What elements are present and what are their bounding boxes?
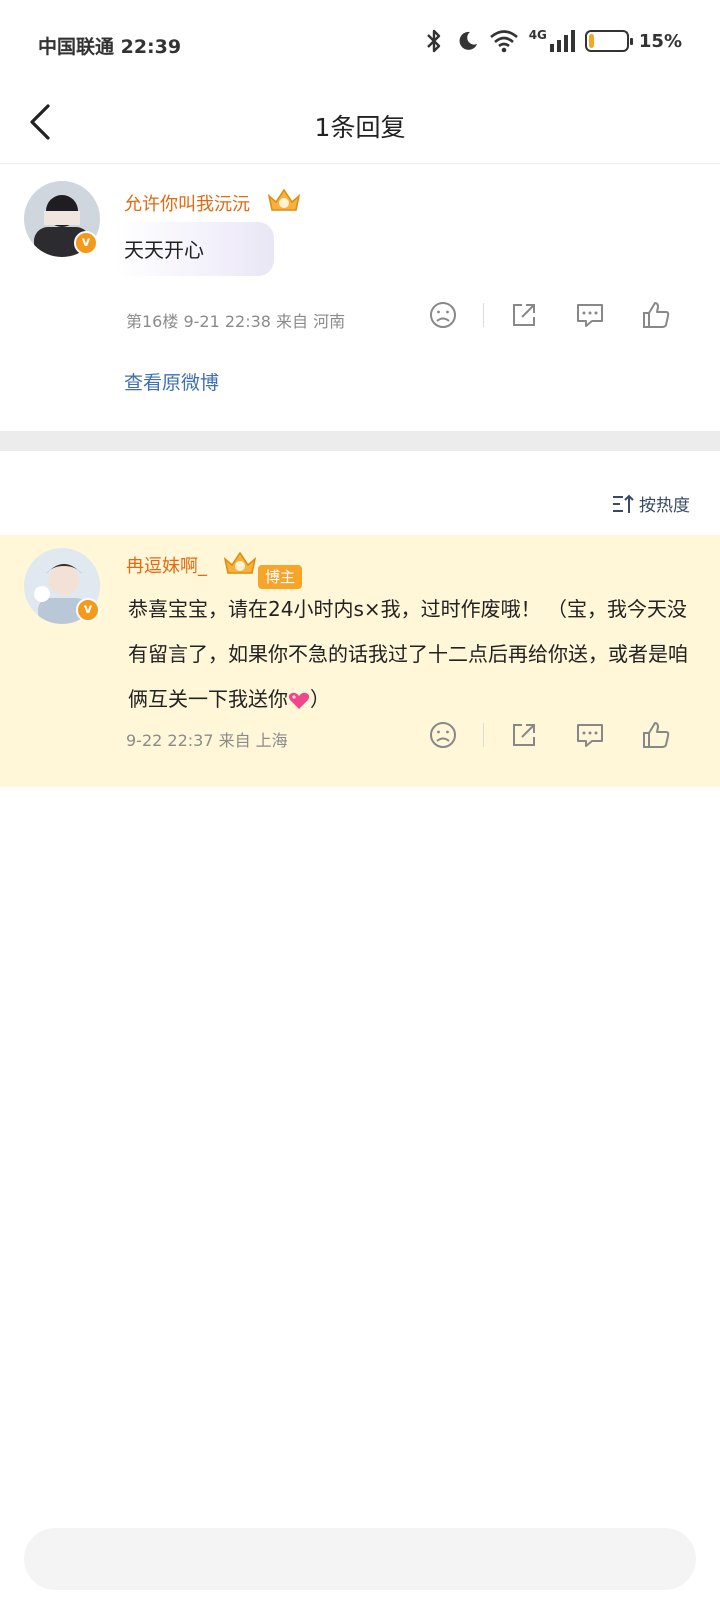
moon-icon — [459, 31, 477, 50]
comment-bubble: 天天开心 — [114, 222, 274, 276]
reply-input-bar[interactable] — [24, 1528, 696, 1590]
battery-level — [588, 34, 594, 48]
verified-badge-icon: v — [74, 231, 98, 255]
reply-text-body: 恭喜宝宝，请在24小时内s×我，过时作废哦！ （宝，我今天没有留言了，如果你不急… — [128, 597, 688, 711]
reply-input[interactable] — [24, 1528, 696, 1590]
battery-icon — [584, 30, 633, 52]
signal-icon — [549, 30, 575, 52]
reply-actions — [427, 719, 672, 751]
dislike-icon[interactable] — [427, 299, 459, 331]
like-icon[interactable] — [640, 719, 672, 751]
status-bar: 中国联通 22:39 4G 15% — [0, 0, 720, 90]
crown-badge-icon — [267, 188, 301, 211]
verified-badge-icon: v — [76, 598, 100, 622]
wifi-icon — [489, 30, 518, 53]
comment-meta: 第16楼 9-21 22:38 来自 河南 — [126, 312, 346, 331]
share-icon[interactable] — [508, 719, 540, 751]
comment-actions — [427, 299, 672, 331]
comment-icon[interactable] — [574, 719, 606, 751]
heart-emoji-icon — [288, 692, 310, 709]
nav-bar: 1条回复 — [0, 90, 720, 164]
original-comment: v 允许你叫我沅沅 天天开心 第16楼 9-21 22:38 来自 河南 查看原… — [0, 165, 720, 431]
view-original-link[interactable]: 查看原微博 — [124, 368, 219, 395]
sort-icon — [613, 494, 634, 513]
share-icon[interactable] — [508, 299, 540, 331]
divider — [483, 723, 484, 747]
reply-text: 恭喜宝宝，请在24小时内s×我，过时作废哦！ （宝，我今天没有留言了，如果你不急… — [128, 587, 698, 722]
section-divider — [0, 431, 720, 451]
reply-item: v 冉逗妹啊_ 博主 恭喜宝宝，请在24小时内s×我，过时作废哦！ （宝，我今天… — [0, 535, 720, 787]
comment-text: 天天开心 — [124, 238, 204, 262]
like-icon[interactable] — [640, 299, 672, 331]
carrier-time: 中国联通 22:39 — [38, 36, 182, 58]
page-title: 1条回复 — [314, 113, 406, 142]
divider — [483, 303, 484, 327]
bluetooth-icon — [426, 29, 440, 53]
comment-icon[interactable] — [574, 299, 606, 331]
sort-label: 按热度 — [639, 496, 690, 516]
battery-percent: 15% — [638, 30, 682, 52]
reply-meta: 9-22 22:37 来自 上海 — [126, 731, 288, 750]
reply-username[interactable]: 冉逗妹啊_ — [126, 552, 207, 578]
dislike-icon[interactable] — [427, 719, 459, 751]
author-tag: 博主 — [258, 565, 303, 589]
crown-badge-icon — [223, 551, 257, 574]
reply-text-end: ） — [310, 687, 330, 711]
comment-username[interactable]: 允许你叫我沅沅 — [124, 190, 250, 216]
sort-button[interactable]: 按热度 — [611, 491, 690, 516]
network-label: 4G — [528, 28, 547, 42]
